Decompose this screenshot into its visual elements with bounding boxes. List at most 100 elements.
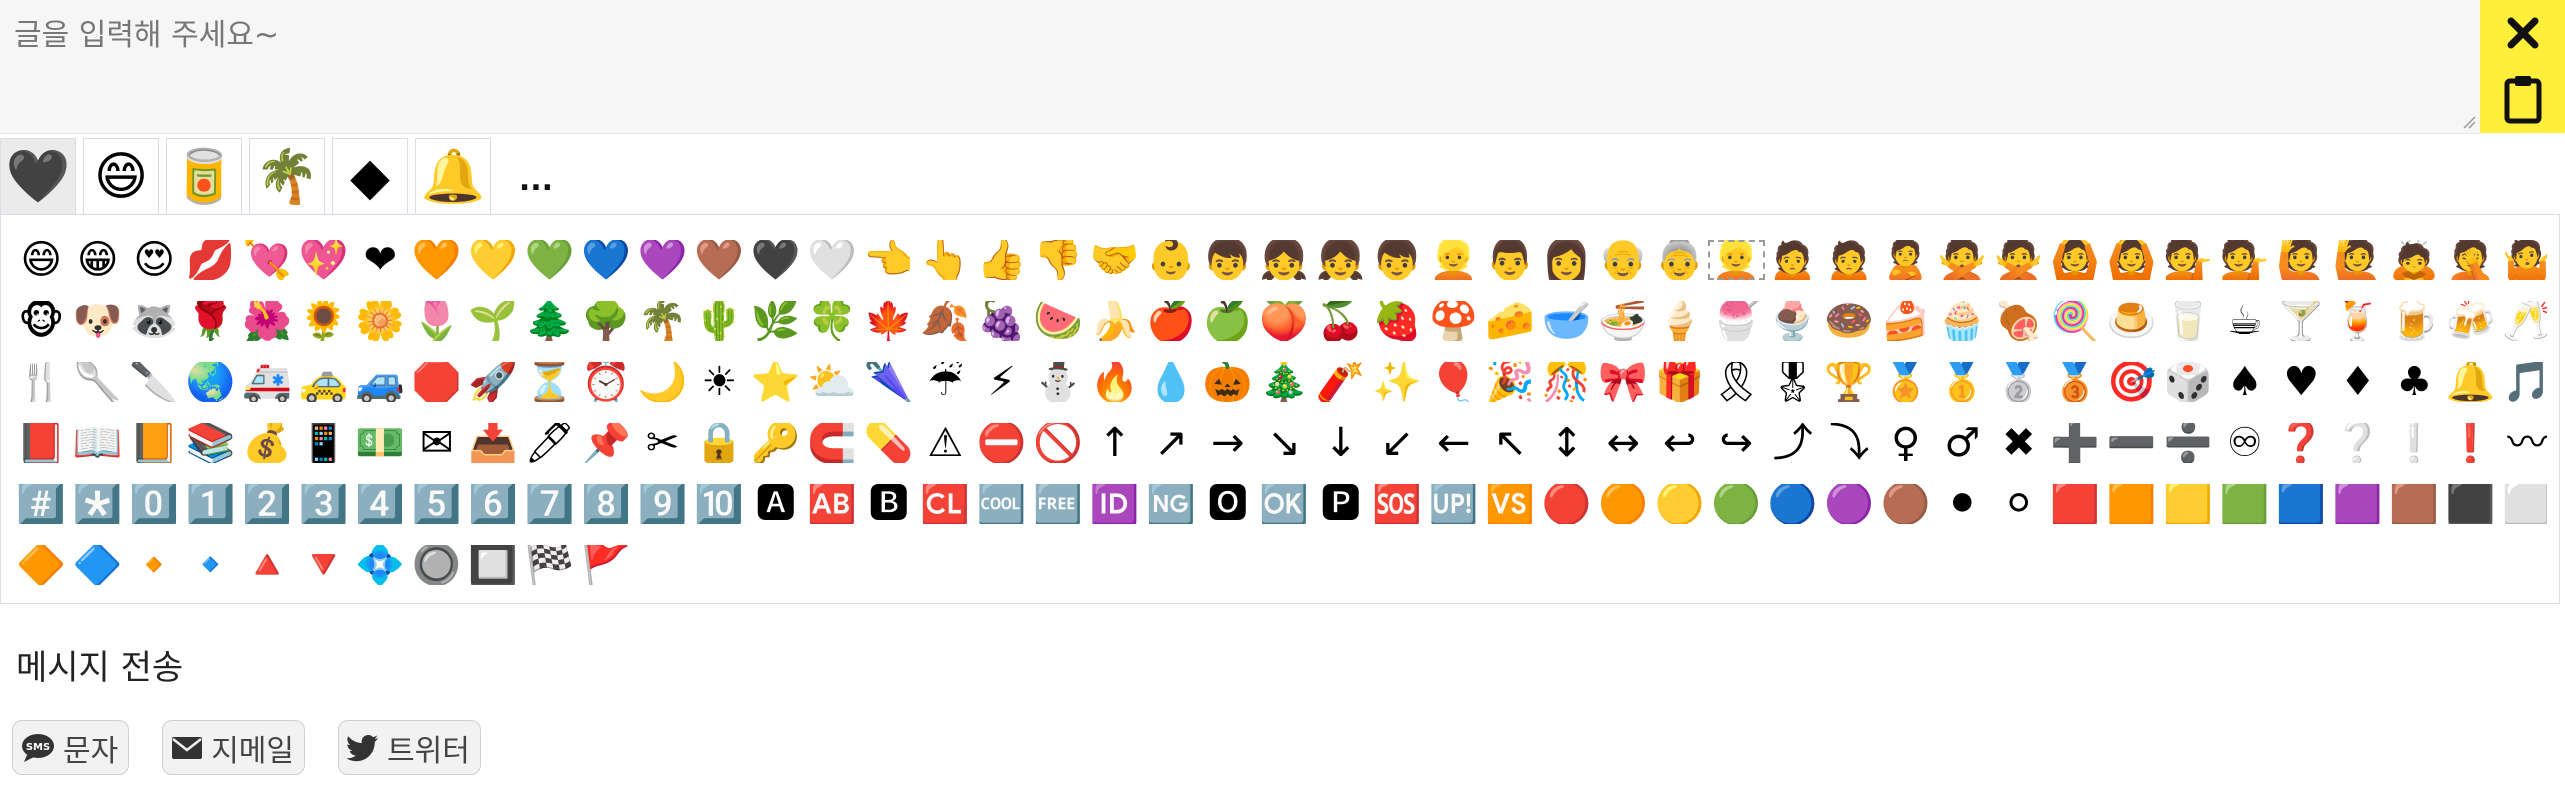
emoji-item[interactable]: 🎖 [1765, 362, 1822, 402]
emoji-item[interactable]: 🙅 [1934, 240, 1991, 280]
emoji-item[interactable]: 🟣 [1821, 484, 1878, 524]
emoji-item[interactable]: 🌱 [465, 301, 522, 341]
emoji-item[interactable]: 🔴 [1539, 484, 1596, 524]
emoji-item[interactable]: ☀ [691, 362, 748, 402]
emoji-item[interactable]: 🅱 [861, 484, 918, 524]
emoji-item[interactable]: *️⃣ [70, 484, 127, 524]
emoji-item[interactable]: 🟢 [1708, 484, 1765, 524]
emoji-item[interactable]: 🔻 [296, 545, 353, 585]
tab-smileys[interactable]: 😄 [83, 138, 159, 214]
emoji-item[interactable]: 🍉 [1030, 301, 1087, 341]
emoji-item[interactable]: 🏆 [1821, 362, 1878, 402]
emoji-item[interactable]: 2️⃣ [239, 484, 296, 524]
emoji-item[interactable]: 💜 [635, 240, 692, 280]
emoji-item[interactable]: 🌲 [522, 301, 579, 341]
emoji-item[interactable]: 🍨 [1765, 301, 1822, 341]
emoji-item[interactable]: 🥈 [1991, 362, 2048, 402]
emoji-item[interactable]: 🆙 [1426, 484, 1483, 524]
emoji-item[interactable]: ⛅ [804, 362, 861, 402]
emoji-item[interactable]: ⬜ [2499, 484, 2547, 524]
emoji-item[interactable]: 🆔 [1087, 484, 1144, 524]
tab-objects[interactable]: 🔔 [415, 138, 491, 214]
emoji-item[interactable]: ↙ [1369, 423, 1426, 463]
emoji-item[interactable]: ⬛ [2443, 484, 2500, 524]
clear-button[interactable] [2480, 0, 2565, 66]
copy-button[interactable] [2480, 66, 2565, 132]
emoji-item[interactable]: 🧀 [1482, 301, 1539, 341]
emoji-item[interactable]: 🔲 [465, 545, 522, 585]
emoji-item[interactable]: 🌵 [691, 301, 748, 341]
emoji-item[interactable]: ⛄ [1030, 362, 1087, 402]
emoji-item[interactable]: ❗ [2443, 423, 2500, 463]
emoji-item[interactable]: 🔵 [1765, 484, 1822, 524]
emoji-item[interactable]: 🙍 [1821, 240, 1878, 280]
email-button[interactable]: 지메일 [162, 720, 306, 775]
emoji-item[interactable]: 🎗 [1708, 362, 1765, 402]
emoji-item[interactable]: 🔔 [2443, 362, 2500, 402]
emoji-item[interactable]: 🔸 [126, 545, 183, 585]
emoji-item[interactable]: 👆 [917, 240, 974, 280]
emoji-item[interactable]: 💙 [578, 240, 635, 280]
emoji-item[interactable]: 🍻 [2443, 301, 2500, 341]
emoji-item[interactable]: 1️⃣ [183, 484, 240, 524]
emoji-item[interactable]: 💋 [183, 240, 240, 280]
emoji-item[interactable]: ❓ [2273, 423, 2330, 463]
emoji-item[interactable]: 🍏 [1200, 301, 1257, 341]
emoji-item[interactable]: 🙎 [1878, 240, 1935, 280]
emoji-item[interactable]: 🔥 [1087, 362, 1144, 402]
emoji-item[interactable]: 🚙 [352, 362, 409, 402]
emoji-item[interactable]: 0️⃣ [126, 484, 183, 524]
emoji-item[interactable]: ⚫ [1934, 484, 1991, 524]
emoji-item[interactable]: 🍄 [1426, 301, 1483, 341]
emoji-item[interactable]: 🍴 [13, 362, 70, 402]
emoji-item[interactable]: ✨ [1369, 362, 1426, 402]
emoji-item[interactable]: 👧 [1313, 240, 1370, 280]
emoji-item[interactable]: 🍌 [1087, 301, 1144, 341]
emoji-item[interactable]: 🔷 [70, 545, 127, 585]
emoji-item[interactable]: ↔ [1595, 423, 1652, 463]
emoji-item[interactable]: 🤷 [2499, 240, 2547, 280]
emoji-item[interactable]: 🧨 [1313, 362, 1370, 402]
emoji-item[interactable]: ⤴ [1765, 423, 1822, 463]
emoji-item[interactable]: 💵 [352, 423, 409, 463]
emoji-item[interactable]: 📱 [296, 423, 353, 463]
emoji-item[interactable]: 🎀 [1595, 362, 1652, 402]
emoji-item[interactable]: 🏁 [522, 545, 579, 585]
emoji-item[interactable]: 7️⃣ [522, 484, 579, 524]
emoji-item[interactable]: 🐵 [13, 301, 70, 341]
emoji-item[interactable]: 🍸 [2273, 301, 2330, 341]
emoji-item[interactable]: 🆗 [1256, 484, 1313, 524]
emoji-item[interactable]: 9️⃣ [635, 484, 692, 524]
emoji-item[interactable]: ✉ [409, 423, 466, 463]
emoji-item[interactable]: 📚 [183, 423, 240, 463]
emoji-item[interactable]: 🌿 [748, 301, 805, 341]
emoji-item[interactable]: 🌏 [183, 362, 240, 402]
emoji-item[interactable]: ⏳ [522, 362, 579, 402]
emoji-item[interactable]: ✖ [1991, 423, 2048, 463]
emoji-item[interactable]: ⚠ [917, 423, 974, 463]
sms-button[interactable]: SMS 문자 [12, 720, 130, 775]
emoji-item[interactable]: ♠ [2217, 362, 2274, 402]
emoji-item[interactable]: 🥇 [1934, 362, 1991, 402]
emoji-item[interactable]: 🍖 [1991, 301, 2048, 341]
emoji-item[interactable]: 🌺 [239, 301, 296, 341]
message-input[interactable] [0, 0, 2480, 133]
emoji-item[interactable]: ➗ [2160, 423, 2217, 463]
emoji-item[interactable]: 🍎 [1143, 301, 1200, 341]
emoji-item[interactable]: 💊 [861, 423, 918, 463]
emoji-item[interactable]: 🆓 [1030, 484, 1087, 524]
emoji-item[interactable]: 🎊 [1539, 362, 1596, 402]
emoji-item[interactable]: 🎈 [1426, 362, 1483, 402]
emoji-item[interactable]: 🌼 [352, 301, 409, 341]
emoji-item[interactable]: 💧 [1143, 362, 1200, 402]
emoji-item[interactable]: 🅾 [1200, 484, 1257, 524]
emoji-item[interactable]: 🙅 [1991, 240, 2048, 280]
emoji-item[interactable]: 👱 [1426, 240, 1483, 280]
emoji-item[interactable]: 👱 [1708, 239, 1765, 280]
emoji-item[interactable]: 💖 [296, 240, 353, 280]
emoji-item[interactable]: ❕ [2386, 423, 2443, 463]
emoji-item[interactable]: 🙇 [2386, 240, 2443, 280]
emoji-item[interactable]: ↑ [1087, 423, 1144, 463]
emoji-item[interactable]: 🟤 [1878, 484, 1935, 524]
emoji-item[interactable]: 💠 [352, 545, 409, 585]
